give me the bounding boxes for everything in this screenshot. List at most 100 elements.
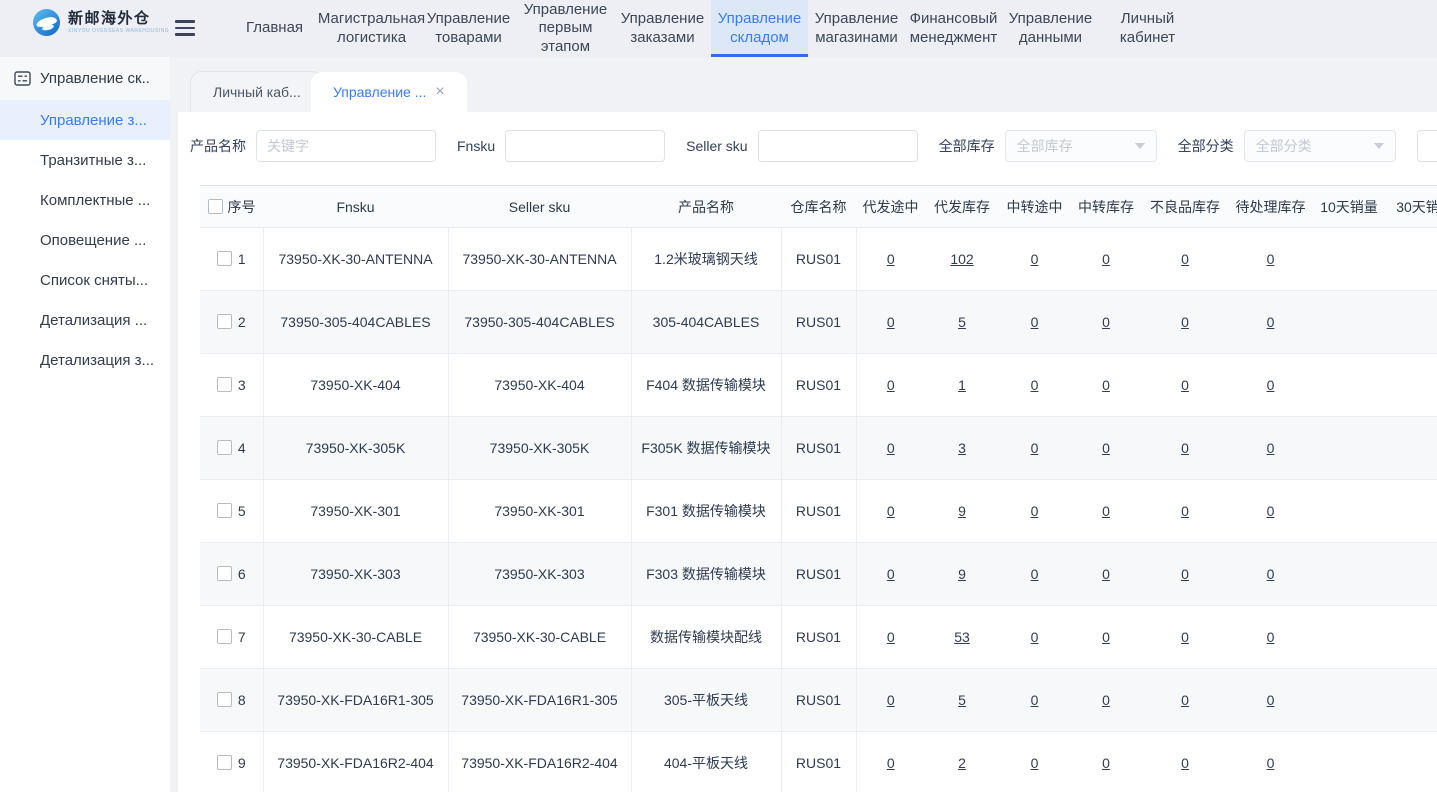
qty-link[interactable]: 53 <box>954 629 970 645</box>
qty-link-cell: 0 <box>999 228 1070 291</box>
qty-link[interactable]: 5 <box>958 314 966 330</box>
filter-select[interactable]: 全部库存 <box>1005 130 1157 162</box>
qty-link[interactable]: 0 <box>1102 755 1110 771</box>
qty-link[interactable]: 0 <box>1031 503 1039 519</box>
table-row: 773950-XK-30-CABLE73950-XK-30-CABLE数据传输模… <box>200 606 1437 669</box>
qty-link-cell: 0 <box>1142 606 1228 669</box>
qty-link[interactable]: 0 <box>887 440 895 456</box>
filter-label: 全部库存 <box>939 136 995 156</box>
qty-link[interactable]: 0 <box>887 251 895 267</box>
qty-link[interactable]: 0 <box>887 314 895 330</box>
tab-active[interactable]: Управление ...× <box>311 72 467 112</box>
qty-link[interactable]: 0 <box>1031 377 1039 393</box>
sidebar-item[interactable]: Список сняты... <box>0 260 170 300</box>
nav-item-active[interactable]: Управление складом <box>711 0 808 57</box>
qty-link[interactable]: 0 <box>1267 629 1275 645</box>
nav-item[interactable]: Управление заказами <box>614 0 711 57</box>
nav-item[interactable]: Управление первым этапом <box>517 0 614 57</box>
filter-select[interactable]: 全部分类 <box>1244 130 1396 162</box>
row-checkbox[interactable] <box>217 629 232 644</box>
filter-input[interactable] <box>505 130 665 162</box>
nav-item[interactable]: Финансовый менеджмент <box>905 0 1002 57</box>
qty-link[interactable]: 0 <box>1031 755 1039 771</box>
qty-link[interactable]: 0 <box>1102 377 1110 393</box>
qty-link[interactable]: 5 <box>958 692 966 708</box>
nav-item[interactable]: Управление данными <box>1002 0 1099 57</box>
qty-link[interactable]: 0 <box>887 755 895 771</box>
close-icon[interactable]: × <box>435 84 444 100</box>
nav-item[interactable]: Управление товарами <box>420 0 517 57</box>
qty-link[interactable]: 0 <box>1267 692 1275 708</box>
qty-link[interactable]: 0 <box>1102 629 1110 645</box>
qty-link[interactable]: 0 <box>1031 314 1039 330</box>
qty-link[interactable]: 0 <box>1102 503 1110 519</box>
qty-link-cell: 0 <box>999 480 1070 543</box>
qty-link[interactable]: 0 <box>1031 629 1039 645</box>
qty-link[interactable]: 0 <box>1181 314 1189 330</box>
qty-link[interactable]: 0 <box>1102 440 1110 456</box>
qty-link[interactable]: 0 <box>1102 314 1110 330</box>
row-checkbox[interactable] <box>217 692 232 707</box>
qty-link[interactable]: 102 <box>950 251 973 267</box>
qty-link[interactable]: 0 <box>1102 566 1110 582</box>
qty-link[interactable]: 0 <box>1031 251 1039 267</box>
sidebar-item[interactable]: Комплектные ... <box>0 180 170 220</box>
qty-link[interactable]: 0 <box>1181 629 1189 645</box>
row-checkbox[interactable] <box>217 755 232 770</box>
tab[interactable]: Личный каб... <box>190 71 324 112</box>
qty-link[interactable]: 0 <box>1031 692 1039 708</box>
menu-toggle-icon[interactable] <box>175 20 195 36</box>
qty-link[interactable]: 0 <box>1267 755 1275 771</box>
qty-link[interactable]: 0 <box>1181 251 1189 267</box>
qty-link[interactable]: 0 <box>1102 251 1110 267</box>
sidebar-item[interactable]: Транзитные з... <box>0 140 170 180</box>
nav-item[interactable]: Управление магазинами <box>808 0 905 57</box>
qty-link[interactable]: 0 <box>887 692 895 708</box>
row-checkbox[interactable] <box>217 314 232 329</box>
qty-link[interactable]: 0 <box>1181 566 1189 582</box>
qty-link[interactable]: 9 <box>958 503 966 519</box>
row-checkbox[interactable] <box>217 377 232 392</box>
qty-link[interactable]: 0 <box>1267 503 1275 519</box>
qty-link[interactable]: 0 <box>1267 251 1275 267</box>
filter-input: Fnsku <box>457 130 665 162</box>
sidebar-section-header[interactable]: Управление ск.. <box>0 57 170 100</box>
qty-link[interactable]: 0 <box>1031 440 1039 456</box>
select-all-checkbox[interactable] <box>208 199 223 214</box>
filter-input[interactable] <box>758 130 918 162</box>
filter-input[interactable] <box>256 130 436 162</box>
row-checkbox[interactable] <box>217 566 232 581</box>
sidebar-item[interactable]: Оповещение ... <box>0 220 170 260</box>
sidebar-item-active[interactable]: Управление з... <box>0 100 170 140</box>
qty-link[interactable]: 0 <box>887 566 895 582</box>
nav-item[interactable]: Главная <box>226 0 323 57</box>
qty-link[interactable]: 0 <box>887 503 895 519</box>
qty-link[interactable]: 0 <box>887 629 895 645</box>
sidebar-item[interactable]: Детализация ... <box>0 300 170 340</box>
qty-link[interactable]: 2 <box>958 755 966 771</box>
qty-link[interactable]: 0 <box>1267 566 1275 582</box>
nav-item[interactable]: Личный кабинет <box>1099 0 1196 57</box>
qty-link[interactable]: 0 <box>1181 440 1189 456</box>
filter-input-partial[interactable] <box>1417 130 1437 162</box>
seller-sku-cell: 73950-XK-404 <box>448 354 631 417</box>
qty-link[interactable]: 0 <box>1267 440 1275 456</box>
qty-link[interactable]: 0 <box>1267 314 1275 330</box>
row-checkbox[interactable] <box>217 503 232 518</box>
qty-link[interactable]: 0 <box>887 377 895 393</box>
qty-link[interactable]: 0 <box>1102 692 1110 708</box>
qty-link[interactable]: 0 <box>1181 377 1189 393</box>
nav-item[interactable]: Магистральная логистика <box>323 0 420 57</box>
qty-link[interactable]: 0 <box>1267 377 1275 393</box>
qty-link[interactable]: 9 <box>958 566 966 582</box>
sidebar-item[interactable]: Детализация з... <box>0 340 170 380</box>
qty-link[interactable]: 0 <box>1181 755 1189 771</box>
row-checkbox[interactable] <box>217 440 232 455</box>
row-checkbox[interactable] <box>217 251 232 266</box>
seq-value: 8 <box>238 692 246 708</box>
qty-link[interactable]: 3 <box>958 440 966 456</box>
qty-link[interactable]: 0 <box>1031 566 1039 582</box>
qty-link[interactable]: 1 <box>958 377 966 393</box>
qty-link[interactable]: 0 <box>1181 503 1189 519</box>
qty-link[interactable]: 0 <box>1181 692 1189 708</box>
